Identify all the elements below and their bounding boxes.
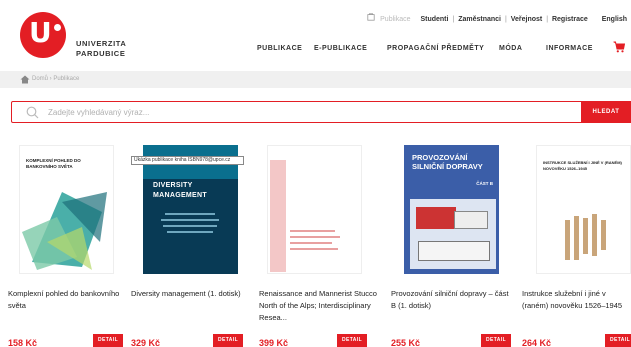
top-link-zamestnanci[interactable]: Zaměstnanci [458,14,501,26]
tooltip: Ukázka publikace kniha ISBN978@upce.cz [131,156,244,165]
detail-button[interactable]: DETAIL [481,334,511,347]
product-price: 329 Kč [131,338,161,347]
product-card: DIVERSITY MANAGEMENT Diversity managemen… [131,145,251,347]
language-switch[interactable]: English [602,14,627,26]
detail-button[interactable]: DETAIL [93,334,123,347]
top-link-verejnost[interactable]: Veřejnost [511,14,543,26]
product-price: 399 Kč [259,338,289,347]
detail-button[interactable]: DETAIL [213,334,243,347]
publish-icon [367,13,375,26]
product-cover-image[interactable]: PROVOZOVÁNÍ SILNIČNÍ DOPRAVY ČÁST B [404,145,499,274]
top-links: Publikace Studenti | Zaměstnanci | Veřej… [367,13,631,25]
top-link-separator: | [504,16,507,23]
nav-e-publikace[interactable]: E-PUBLIKACE [314,45,367,52]
product-card: Renaissance and Mannerist Stucco North o… [259,145,379,347]
product-card: INSTRUKCE SLUŽEBNÍ I JINÉ V (RANÉM) NOVO… [522,145,631,347]
breadcrumb-text[interactable]: Domů › Publikace [32,71,79,88]
product-price: 158 Kč [8,338,38,347]
product-card: KOMPLEXNÍ POHLED DO BANKOVNÍHO SVĚTA Kom… [8,145,128,347]
product-title[interactable]: Komplexní pohled do bankovního světa [8,288,130,312]
product-cover-image[interactable]: KOMPLEXNÍ POHLED DO BANKOVNÍHO SVĚTA [19,145,114,274]
product-cover-image[interactable]: INSTRUKCE SLUŽEBNÍ I JINÉ V (RANÉM) NOVO… [536,145,631,274]
nav-informace[interactable]: INFORMACE [546,45,593,52]
product-price: 255 Kč [391,338,421,347]
breadcrumb: Domů › Publikace [0,71,631,88]
search-button[interactable]: HLEDAT [581,101,631,123]
search-input[interactable] [48,102,568,122]
nav-moda[interactable]: MÓDA [499,45,522,52]
product-price: 264 Kč [522,338,552,347]
product-title[interactable]: Provozování silniční dopravy – část B (1… [391,288,513,312]
main-navigation: PUBLIKACE E-PUBLIKACE PROPAGAČNÍ PŘEDMĚT… [0,41,631,57]
product-title[interactable]: Renaissance and Mannerist Stucco North o… [259,288,381,324]
home-icon[interactable] [20,75,30,84]
product-card: PROVOZOVÁNÍ SILNIČNÍ DOPRAVY ČÁST B Prov… [391,145,511,347]
detail-button[interactable]: DETAIL [605,334,631,347]
publikace-link[interactable]: Publikace [380,14,410,26]
top-link-registrace[interactable]: Registrace [552,14,588,26]
cart-icon[interactable] [613,41,625,53]
detail-button[interactable]: DETAIL [337,334,367,347]
search-bar [11,101,583,123]
nav-publikace[interactable]: PUBLIKACE [257,45,302,52]
product-title[interactable]: Instrukce služební i jiné v (raném) novo… [522,288,630,312]
top-link-separator: | [452,16,455,23]
search-icon [26,106,39,119]
product-cover-image[interactable] [267,145,362,274]
top-link-separator: | [546,16,549,23]
top-link-studenti[interactable]: Studenti [420,14,448,26]
product-title[interactable]: Diversity management (1. dotisk) [131,288,253,300]
nav-propagacni-predmety[interactable]: PROPAGAČNÍ PŘEDMĚTY [387,45,484,52]
